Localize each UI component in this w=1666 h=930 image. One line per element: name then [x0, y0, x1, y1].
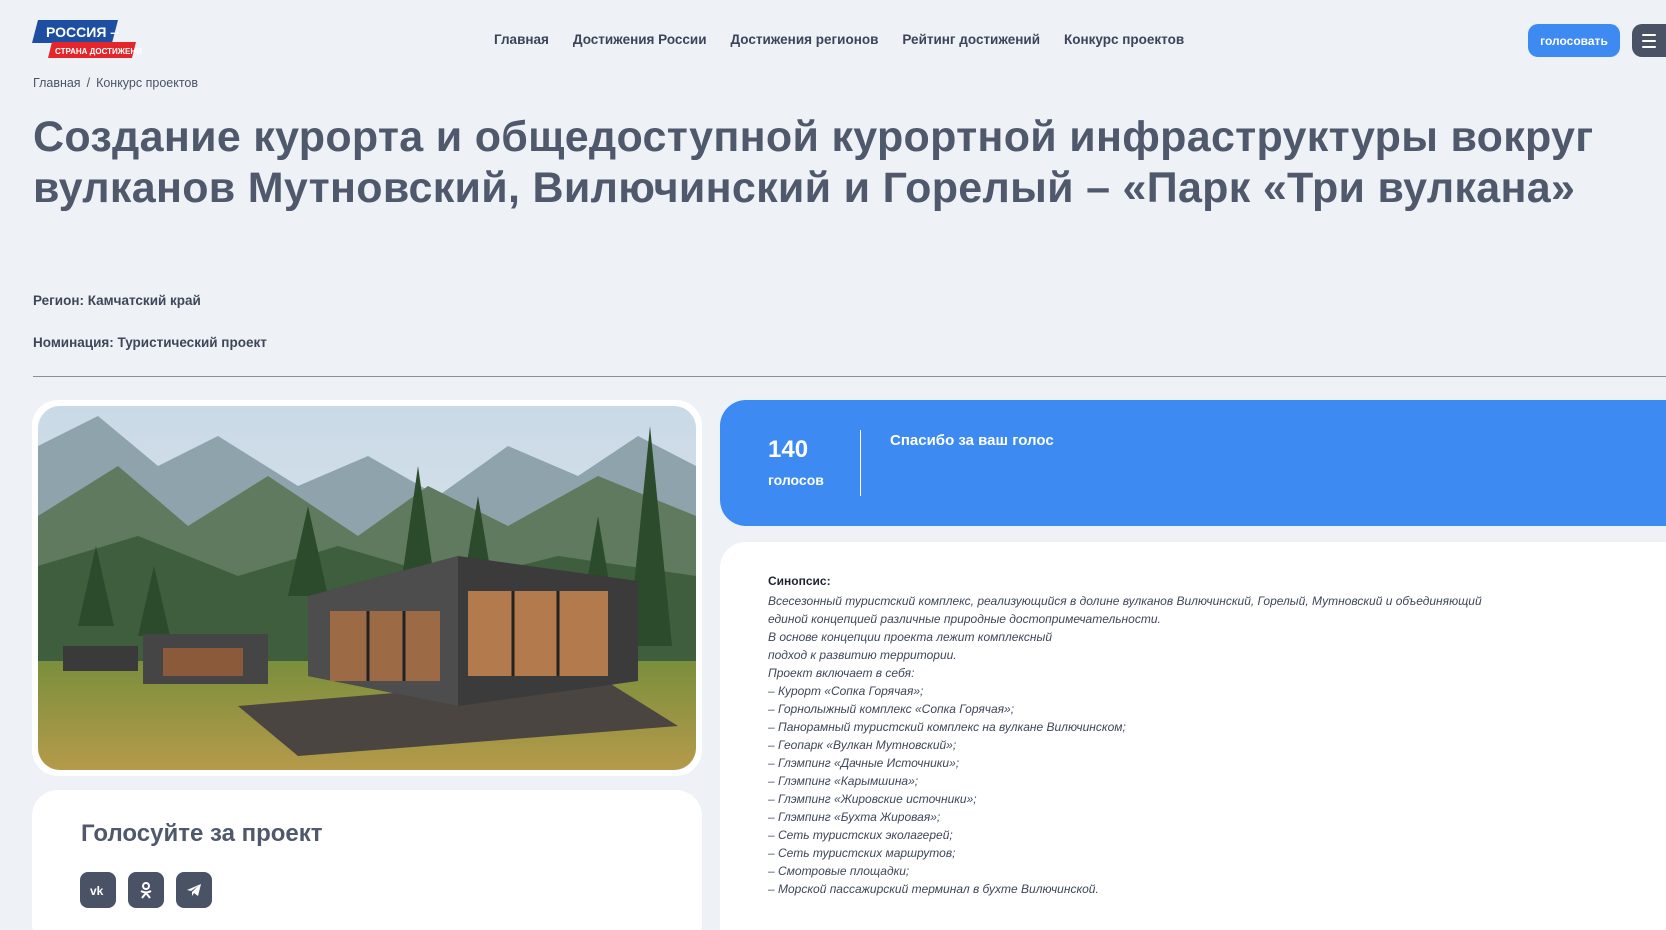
- synopsis-line: – Морской пассажирский терминал в бухте …: [768, 882, 1099, 896]
- synopsis-line: – Панорамный туристский комплекс на вулк…: [768, 720, 1126, 734]
- project-region: Регион: Камчатский край: [33, 293, 201, 308]
- page-title: Создание курорта и общедоступной курортн…: [33, 113, 1594, 212]
- synopsis-line: – Глэмпинг «Бухта Жировая»;: [768, 810, 941, 824]
- synopsis-line: – Глэмпинг «Жировские источники»;: [768, 792, 977, 806]
- synopsis-line: В основе концепции проекта лежит комплек…: [768, 630, 1053, 644]
- logo[interactable]: РОССИЯ – СТРАНА ДОСТИЖЕНИЙ: [32, 20, 142, 62]
- breadcrumb: Главная / Конкурс проектов: [33, 76, 198, 90]
- hamburger-icon[interactable]: [1632, 24, 1666, 57]
- nav-item-region-achievements[interactable]: Достижения регионов: [731, 32, 879, 47]
- share-title: Голосуйте за проект: [81, 820, 323, 847]
- votes-divider: [860, 430, 861, 496]
- synopsis-text: Всесезонный туристский комплекс, реализу…: [768, 592, 1608, 898]
- logo-line2: СТРАНА ДОСТИЖЕНИЙ: [55, 47, 142, 56]
- main-nav: Главная Достижения России Достижения рег…: [494, 32, 1184, 47]
- synopsis-line: Проект включает в себя:: [768, 666, 915, 680]
- breadcrumb-home[interactable]: Главная: [33, 76, 81, 90]
- logo-line1: РОССИЯ –: [46, 24, 118, 40]
- synopsis-line: – Глэмпинг «Карымшина»;: [768, 774, 919, 788]
- vote-button[interactable]: голосовать: [1528, 24, 1620, 57]
- menu-bar: [1642, 45, 1656, 48]
- nav-item-russia-achievements[interactable]: Достижения России: [573, 32, 707, 47]
- votes-count: 140: [768, 436, 809, 463]
- synopsis-line: – Горнолыжный комплекс «Сопка Горячая»;: [768, 702, 1015, 716]
- votes-label: голосов: [768, 472, 824, 488]
- menu-bar: [1642, 39, 1656, 42]
- votes-message: Спасибо за ваш голос: [890, 432, 1054, 449]
- nav-item-home[interactable]: Главная: [494, 32, 549, 47]
- synopsis-line: подход к развитию территории.: [768, 648, 957, 662]
- odnoklassniki-icon[interactable]: [128, 872, 164, 908]
- nav-item-rating[interactable]: Рейтинг достижений: [902, 32, 1040, 47]
- synopsis-line: – Сеть туристских маршрутов;: [768, 846, 956, 860]
- vk-icon[interactable]: vk: [80, 872, 116, 908]
- page: РОССИЯ – СТРАНА ДОСТИЖЕНИЙ Главная Дости…: [0, 0, 1666, 930]
- project-image-card: [32, 400, 702, 776]
- breadcrumb-separator: /: [86, 76, 91, 90]
- votes-panel: 140 голосов Спасибо за ваш голос: [720, 400, 1666, 526]
- synopsis-line: – Сеть туристских эколагерей;: [768, 828, 953, 842]
- synopsis-line: – Смотровые площадки;: [768, 864, 910, 878]
- synopsis-line: единой концепцией различные природные до…: [768, 612, 1161, 626]
- synopsis-card: Синопсис: Всесезонный туристский комплек…: [720, 542, 1666, 930]
- project-nomination: Номинация: Туристический проект: [33, 335, 267, 350]
- synopsis-line: – Курорт «Сопка Горячая»;: [768, 684, 924, 698]
- telegram-icon[interactable]: [176, 872, 212, 908]
- breadcrumb-current[interactable]: Конкурс проектов: [96, 76, 198, 90]
- synopsis-line: Всесезонный туристский комплекс, реализу…: [768, 594, 1482, 608]
- site-header: РОССИЯ – СТРАНА ДОСТИЖЕНИЙ Главная Дости…: [0, 0, 1666, 80]
- svg-text:vk: vk: [90, 884, 104, 898]
- synopsis-line: – Геопарк «Вулкан Мутновский»;: [768, 738, 957, 752]
- menu-bar: [1642, 33, 1656, 36]
- synopsis-line: – Глэмпинг «Дачные Источники»;: [768, 756, 960, 770]
- share-card: Голосуйте за проект vk: [32, 790, 702, 930]
- synopsis-heading: Синопсис:: [768, 574, 831, 588]
- divider: [33, 376, 1666, 377]
- nav-item-project-contest[interactable]: Конкурс проектов: [1064, 32, 1184, 47]
- project-image: [38, 406, 696, 770]
